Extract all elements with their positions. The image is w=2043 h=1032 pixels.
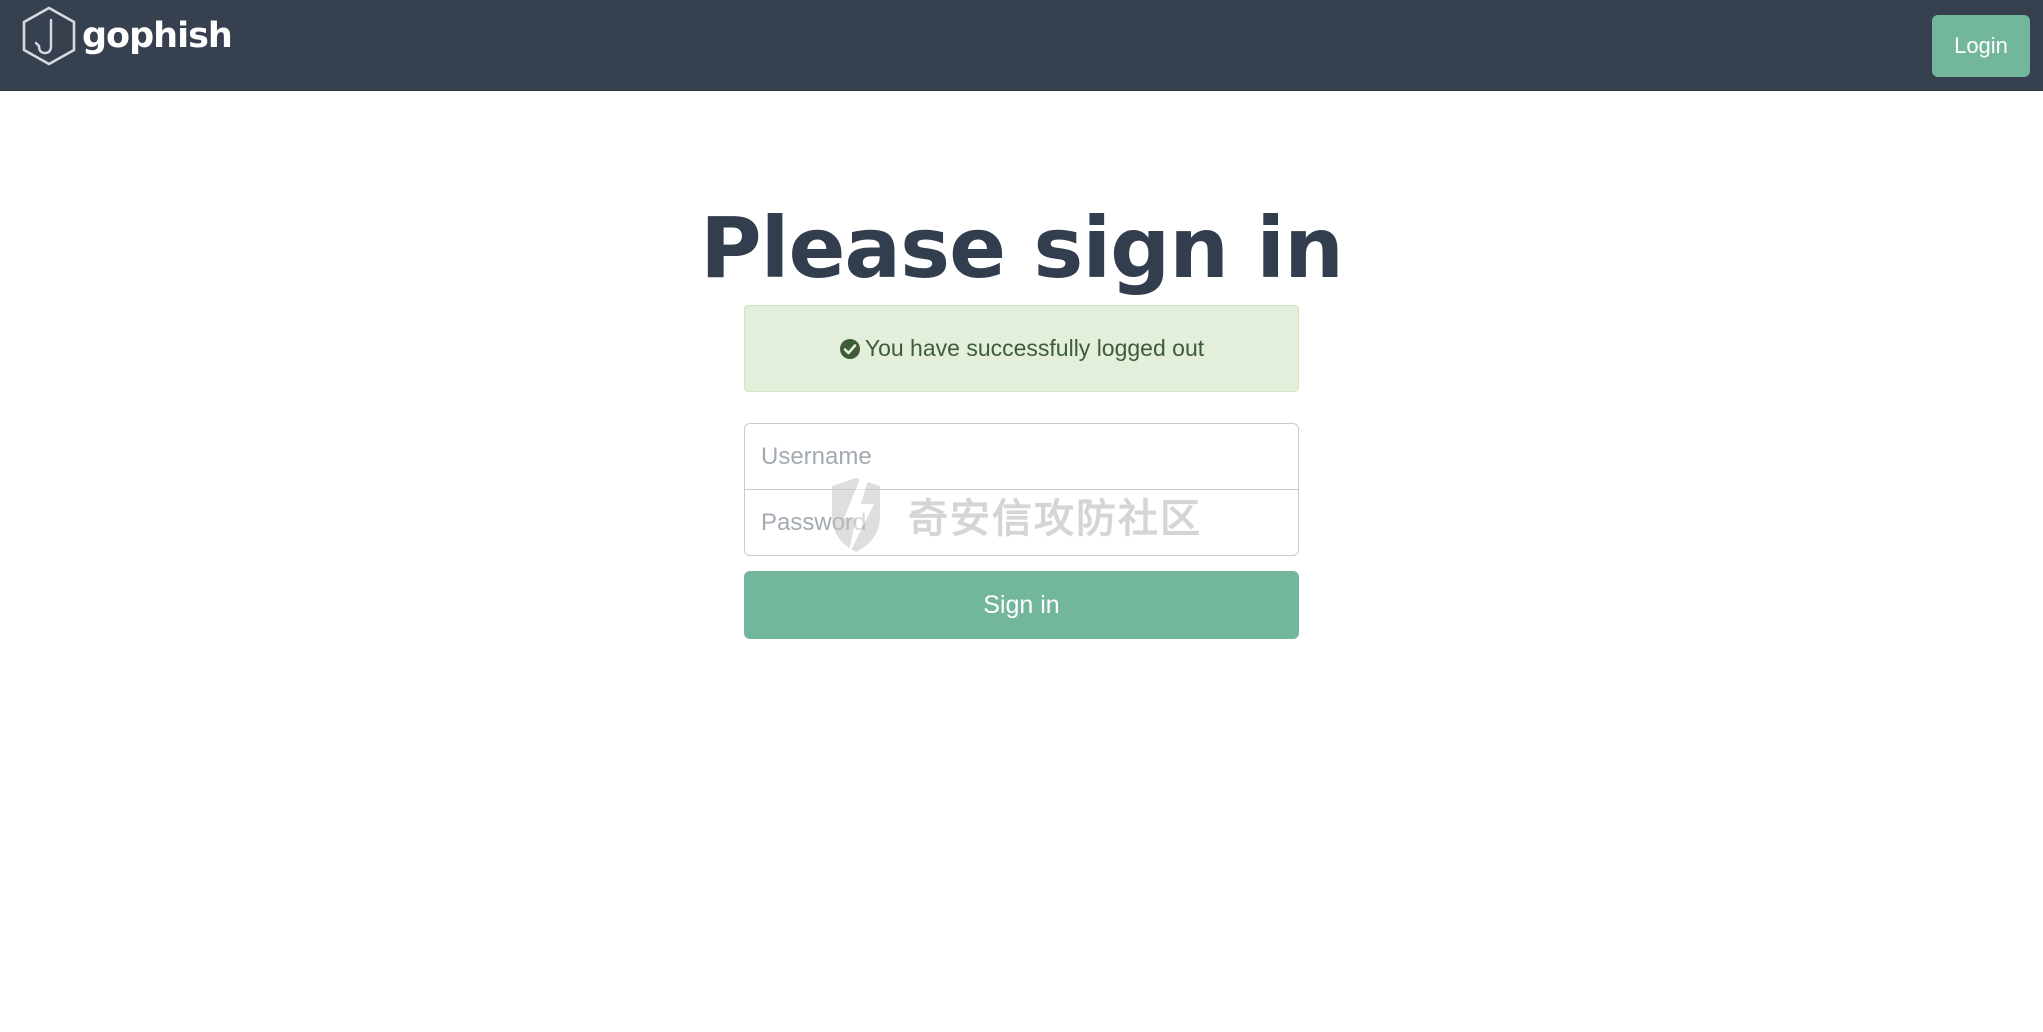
check-circle-icon xyxy=(839,338,860,359)
page-title: Please sign in xyxy=(700,199,1344,297)
password-input[interactable] xyxy=(745,490,1298,555)
sign-in-button[interactable]: Sign in xyxy=(744,571,1299,639)
gophish-logo-icon xyxy=(22,6,76,66)
navbar-login-button[interactable]: Login xyxy=(1932,15,2030,77)
logout-success-alert: You have successfully logged out xyxy=(744,305,1299,392)
credentials-group xyxy=(744,423,1299,556)
alert-message: You have successfully logged out xyxy=(864,335,1205,361)
brand-name: gophish xyxy=(82,15,233,56)
username-input[interactable] xyxy=(745,424,1298,490)
brand-link[interactable]: gophish xyxy=(21,6,233,66)
top-navbar: gophish Login xyxy=(0,0,2043,91)
